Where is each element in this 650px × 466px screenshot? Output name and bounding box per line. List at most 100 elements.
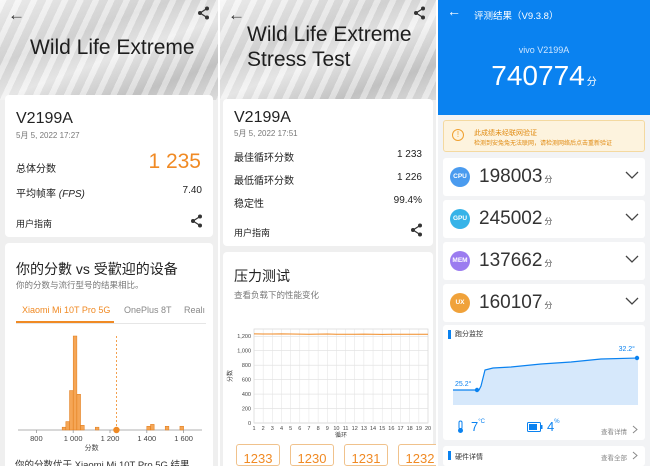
hardware-title: 硬件详情	[455, 454, 483, 461]
chevron-right-icon[interactable]	[631, 451, 639, 460]
x-tick-label: 1 600	[174, 434, 193, 443]
y-tick-label: 200	[242, 407, 251, 413]
chevron-down-icon[interactable]	[625, 168, 639, 182]
hardware-details-card: 硬件详情 查看全部	[443, 446, 645, 466]
best-loop-label: 最佳循环分数	[234, 153, 294, 164]
x-tick-label: 17	[397, 426, 403, 432]
compare-subtitle: 你的分数与流行型号的结果相比。	[16, 280, 144, 290]
test-date: 5月 5, 2022 17:51	[234, 129, 298, 138]
user-guide-link[interactable]: 用户指南	[234, 226, 270, 239]
battery-drop: 4%	[547, 419, 560, 434]
gpu-score-row[interactable]: GPU 245002 分	[443, 200, 645, 238]
ux-icon: UX	[450, 293, 470, 313]
temp-min-label: 25.2°	[455, 381, 472, 388]
x-tick-label: 1 200	[101, 434, 120, 443]
hero-title: Wild Life Extreme	[30, 36, 195, 59]
view-all-link[interactable]: 查看全部	[601, 452, 627, 462]
page-title: 评测结果（V9.3.8）	[474, 11, 559, 22]
x-tick-label: 15	[379, 426, 385, 432]
score-unit: 分	[544, 301, 553, 310]
histogram-bar	[95, 426, 100, 431]
x-tick-label: 12	[352, 426, 358, 432]
loop-score-box: 1233	[236, 444, 280, 466]
test-date: 5月 5, 2022 17:27	[16, 131, 80, 140]
back-arrow-icon[interactable]: ←	[8, 6, 25, 23]
x-tick-label: 2	[262, 426, 265, 432]
y-tick-label: 600	[242, 378, 251, 384]
share-icon[interactable]	[190, 214, 203, 228]
stress-title: 压力测试	[234, 268, 290, 284]
tab-realme[interactable]: Realı	[184, 305, 205, 315]
x-axis-label: 循环	[335, 431, 347, 438]
loop-score-box: 1230	[290, 444, 334, 466]
histogram-bar	[164, 425, 170, 431]
gpu-score-value: 245002	[479, 208, 543, 229]
x-tick-label: 4	[280, 426, 283, 432]
plot-area	[253, 328, 429, 424]
histogram-bar	[76, 394, 81, 431]
fps-label-unit: (FPS)	[58, 189, 85, 200]
mem-icon: MEM	[450, 251, 470, 271]
chevron-down-icon[interactable]	[625, 294, 639, 308]
x-tick-label: 13	[361, 426, 367, 432]
cpu-score-value: 198003	[479, 166, 543, 187]
share-icon[interactable]	[410, 223, 423, 237]
x-tick-label: 10	[333, 426, 339, 432]
x-tick-label: 3	[271, 426, 274, 432]
user-guide-link[interactable]: 用户指南	[16, 217, 52, 230]
ux-score-row[interactable]: UX 160107 分	[443, 284, 645, 322]
panel-antutu: ← 评测结果（V9.3.8） vivo V2199A 740774 分 ! 此成绩…	[438, 0, 650, 466]
device-name: vivo V2199A	[518, 45, 570, 55]
hero-title: Wild Life Extreme Stress Test	[247, 23, 412, 71]
x-tick-label: 6	[298, 426, 301, 432]
x-tick-label: 800	[30, 434, 43, 443]
x-axis-label: 分数	[85, 443, 99, 452]
view-details-link[interactable]: 查看详情	[601, 426, 627, 436]
y-tick-label: 0	[248, 421, 251, 427]
result-card: V2199A 5月 5, 2022 17:27 总体分数 1 235 平均帧率 …	[5, 95, 213, 237]
temp-max-label: 32.2°	[618, 346, 635, 353]
comparison-result-text: 你的分数优于 Xiaomi Mi 10T Pro 5G 结果	[15, 460, 190, 466]
cpu-score-row[interactable]: CPU 198003 分	[443, 158, 645, 196]
gpu-score: 245002 分	[479, 208, 552, 230]
total-score-unit: 分	[586, 77, 597, 88]
histogram-bar	[72, 335, 78, 431]
x-tick-label: 8	[317, 426, 320, 432]
y-tick-label: 800	[242, 363, 251, 369]
tab-oneplus[interactable]: OnePlus 8T	[124, 305, 172, 315]
share-icon[interactable]	[413, 6, 426, 20]
x-tick-label: 5	[289, 426, 292, 432]
x-tick-label: 1 000	[64, 434, 83, 443]
mem-score-row[interactable]: MEM 137662 分	[443, 242, 645, 280]
stress-result-card: V2199A 5月 5, 2022 17:51 最佳循环分数 1 233 最低循…	[223, 99, 433, 246]
tab-xiaomi[interactable]: Xiaomi Mi 10T Pro 5G	[22, 305, 110, 315]
histogram-bar	[61, 426, 67, 431]
back-arrow-icon[interactable]: ←	[447, 3, 461, 19]
tab-divider	[16, 323, 206, 324]
lowest-loop-value: 1 226	[396, 172, 422, 183]
total-score-label: 总体分数	[16, 164, 56, 175]
x-tick-label: 18	[407, 426, 413, 432]
stability-value: 99.4%	[393, 195, 422, 206]
lowest-loop-label: 最低循环分数	[234, 176, 294, 187]
histogram-bar	[179, 425, 184, 431]
mem-score-value: 137662	[479, 250, 543, 271]
section-marker	[448, 451, 451, 460]
share-icon[interactable]	[197, 6, 210, 20]
back-arrow-icon[interactable]: ←	[228, 6, 245, 23]
y-axis-label: 分数	[226, 370, 234, 382]
verification-warning[interactable]: ! 此成绩未经联网验证 检测到安兔兔无法联网，请检测网络后点击重新验证	[443, 120, 645, 152]
x-tick-label: 11	[343, 426, 349, 432]
ux-score: 160107 分	[479, 292, 552, 314]
stress-test-chart: 02004006008001,0001,2001 2 3 4 5 6 7 8 9 10 11 12 13…	[226, 328, 431, 438]
chevron-right-icon[interactable]	[631, 425, 639, 434]
score-distribution-chart: 800 1 000 1 200 1 400 1 600 分数	[18, 335, 202, 452]
chevron-down-icon[interactable]	[625, 210, 639, 224]
your-score-marker	[113, 426, 120, 434]
ux-score-value: 160107	[479, 292, 543, 313]
y-tick-label: 1,000	[237, 349, 251, 355]
temp-rise-unit: °C	[478, 419, 485, 425]
chevron-down-icon[interactable]	[625, 252, 639, 266]
score-series-line	[253, 333, 429, 335]
x-tick-label: 19	[416, 426, 422, 432]
